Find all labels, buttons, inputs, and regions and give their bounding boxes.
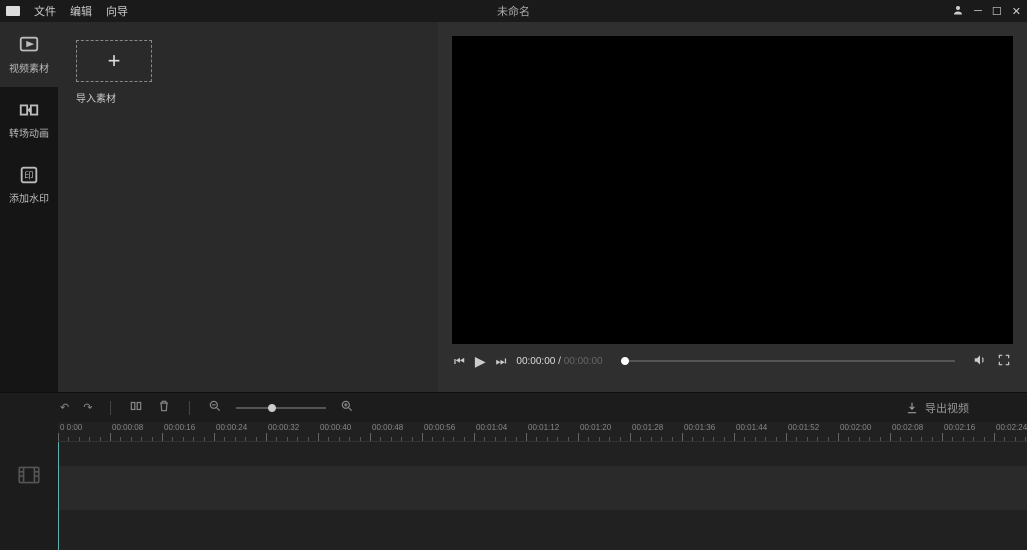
undo-icon[interactable]: ↶ <box>60 401 69 414</box>
next-frame-icon[interactable]: ⏭ <box>496 354 507 369</box>
user-icon[interactable] <box>952 4 964 19</box>
app-logo-icon[interactable] <box>6 6 20 16</box>
track-header <box>0 422 58 550</box>
sidebar-item-watermark[interactable]: 印 添加水印 <box>0 152 58 217</box>
time-current: 00:00:00 <box>516 356 555 367</box>
progress-bar[interactable] <box>621 360 955 362</box>
redo-icon[interactable]: ↷ <box>83 401 92 414</box>
sidebar: 视频素材 转场动画 印 添加水印 <box>0 22 58 392</box>
menu-file[interactable]: 文件 <box>34 3 56 19</box>
time-total: 00:00:00 <box>564 356 603 367</box>
timeline-toolbar: ↶ ↷ 导出视频 <box>0 392 1027 422</box>
separator <box>189 401 190 415</box>
progress-thumb[interactable] <box>621 357 629 365</box>
sidebar-item-media[interactable]: 视频素材 <box>0 22 58 87</box>
maximize-icon[interactable]: ☐ <box>992 5 1002 18</box>
import-media-button[interactable]: + <box>76 40 152 82</box>
time-ruler[interactable]: 0 0:0000:00:0800:00:1600:00:2400:00:3200… <box>58 422 1027 442</box>
export-button[interactable]: 导出视频 <box>905 400 969 416</box>
separator <box>110 401 111 415</box>
zoom-slider[interactable] <box>236 407 326 409</box>
video-track-icon <box>16 462 42 488</box>
fullscreen-icon[interactable] <box>997 353 1011 370</box>
close-icon[interactable]: ✕ <box>1012 5 1021 18</box>
delete-icon[interactable] <box>157 399 171 416</box>
media-panel: + 导入素材 <box>58 22 438 392</box>
timeline: 0 0:0000:00:0800:00:1600:00:2400:00:3200… <box>0 422 1027 550</box>
import-label: 导入素材 <box>76 90 420 105</box>
ruler-area[interactable]: 0 0:0000:00:0800:00:1600:00:2400:00:3200… <box>58 422 1027 550</box>
video-track[interactable] <box>58 466 1027 510</box>
video-preview[interactable] <box>452 36 1013 344</box>
preview-panel: ⏮ ▶ ⏭ 00:00:00 / 00:00:00 <box>438 22 1027 392</box>
zoom-in-icon[interactable] <box>340 399 354 416</box>
play-icon[interactable]: ▶ <box>475 353 486 370</box>
player-controls: ⏮ ▶ ⏭ 00:00:00 / 00:00:00 <box>452 344 1013 378</box>
svg-text:印: 印 <box>24 170 33 181</box>
plus-icon: + <box>108 48 121 74</box>
time-sep: / <box>555 356 563 367</box>
prev-frame-icon[interactable]: ⏮ <box>454 354 465 369</box>
time-display: 00:00:00 / 00:00:00 <box>516 356 602 367</box>
zoom-thumb[interactable] <box>268 404 276 412</box>
sidebar-label: 视频素材 <box>9 60 49 75</box>
sidebar-label: 添加水印 <box>9 190 49 205</box>
menu-edit[interactable]: 编辑 <box>70 3 92 19</box>
split-icon[interactable] <box>129 399 143 416</box>
volume-icon[interactable] <box>973 353 987 370</box>
zoom-out-icon[interactable] <box>208 399 222 416</box>
titlebar: 文件 编辑 向导 未命名 ─ ☐ ✕ <box>0 0 1027 22</box>
menu-wizard[interactable]: 向导 <box>106 3 128 19</box>
sidebar-item-transition[interactable]: 转场动画 <box>0 87 58 152</box>
sidebar-label: 转场动画 <box>9 125 49 140</box>
minimize-icon[interactable]: ─ <box>974 5 982 17</box>
export-label: 导出视频 <box>925 400 969 416</box>
window-title: 未命名 <box>497 3 530 19</box>
